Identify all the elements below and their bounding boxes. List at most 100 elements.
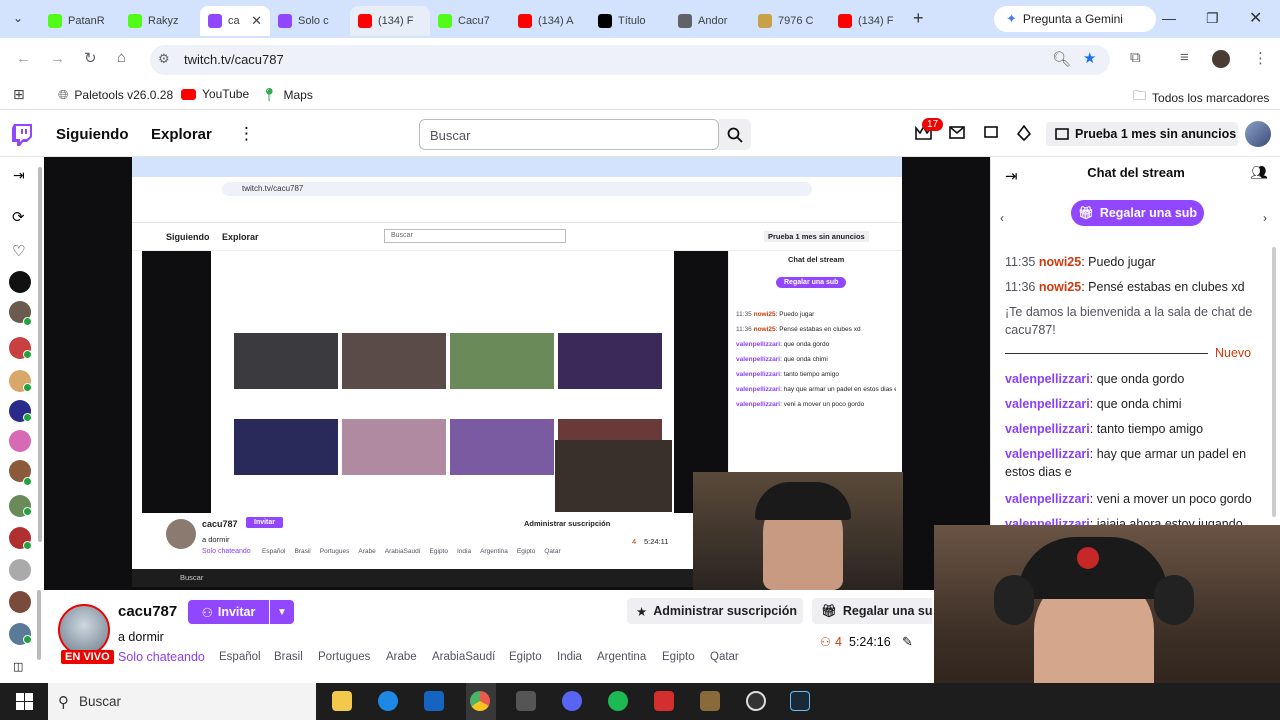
- ad-free-promo-button[interactable]: Prueba 1 mes sin anuncios: [1046, 122, 1238, 146]
- following-heart-icon[interactable]: ♡: [12, 242, 25, 260]
- minimize-icon[interactable]: —: [1162, 10, 1176, 26]
- twitch-logo-icon[interactable]: [12, 124, 32, 146]
- channel-name[interactable]: cacu787: [118, 603, 177, 620]
- chat-scrollbar[interactable]: [1272, 247, 1276, 517]
- close-window-icon[interactable]: ✕: [1249, 8, 1262, 28]
- channel-avatar[interactable]: [9, 559, 31, 581]
- chat-prev-arrow-icon[interactable]: ‹: [1000, 211, 1004, 225]
- media-control-icon[interactable]: ≡: [1180, 49, 1189, 66]
- profile-avatar[interactable]: [1212, 50, 1230, 68]
- msg-user[interactable]: nowi25: [1039, 255, 1081, 269]
- zoom-icon[interactable]: 🔍︎: [1052, 50, 1071, 68]
- bookmark-maps[interactable]: 📍︎ Maps: [261, 87, 313, 103]
- main-scrollbar[interactable]: [37, 590, 41, 660]
- category-link[interactable]: Solo chateando: [118, 650, 205, 664]
- obs-icon[interactable]: [746, 691, 766, 711]
- tag-argentina[interactable]: Argentina: [597, 651, 646, 665]
- extensions-icon[interactable]: ⧉: [1130, 49, 1141, 66]
- whispers-icon[interactable]: [984, 126, 998, 140]
- browser-tab[interactable]: ca ✕: [200, 6, 270, 36]
- tag-arabe[interactable]: Arabe: [386, 651, 417, 665]
- msg-user[interactable]: valenpellizzari: [1005, 517, 1090, 525]
- menu-kebab-icon[interactable]: ⋮: [1253, 49, 1268, 67]
- search-input[interactable]: Buscar: [419, 119, 719, 150]
- all-bookmarks-folder[interactable]: 🗀 Todos los marcadores: [1133, 87, 1269, 109]
- msg-user[interactable]: valenpellizzari: [1005, 397, 1090, 411]
- app-red-icon[interactable]: [654, 691, 674, 711]
- rail-scrollbar[interactable]: [38, 167, 42, 542]
- browser-tab[interactable]: Andor: [670, 6, 750, 36]
- msg-user[interactable]: nowi25: [1039, 280, 1081, 294]
- tag-portugues[interactable]: Portugues: [318, 651, 370, 665]
- tag-india[interactable]: India: [557, 651, 582, 665]
- nav-explore[interactable]: Explorar: [151, 126, 212, 143]
- spotify-icon[interactable]: [608, 691, 628, 711]
- edit-pencil-icon[interactable]: ✎: [902, 634, 913, 650]
- url-text[interactable]: twitch.tv/cacu787: [184, 52, 284, 67]
- more-options-icon[interactable]: ⋮: [238, 124, 255, 144]
- calculator-icon[interactable]: [516, 691, 536, 711]
- browser-tab[interactable]: (134) A: [510, 6, 590, 36]
- msg-user[interactable]: valenpellizzari: [1005, 492, 1090, 506]
- channel-avatar[interactable]: [9, 430, 31, 452]
- tag-egipto-2[interactable]: Egipto: [662, 651, 695, 665]
- edge-icon[interactable]: [378, 691, 398, 711]
- channel-avatar[interactable]: [58, 604, 110, 656]
- msg-user[interactable]: valenpellizzari: [1005, 447, 1090, 461]
- user-avatar[interactable]: [1245, 121, 1271, 147]
- close-tab-icon[interactable]: ✕: [251, 13, 262, 29]
- file-explorer-icon[interactable]: [332, 691, 352, 711]
- gift-sub-channel-button[interactable]: 🎁︎ Regalar una sub: [812, 598, 932, 624]
- tag-qatar[interactable]: Qatar: [710, 651, 739, 665]
- app-bracket-icon[interactable]: [700, 691, 720, 711]
- browser-tab[interactable]: (134) F: [350, 6, 430, 36]
- taskbar-search-box[interactable]: ⚲ Buscar: [48, 683, 316, 720]
- back-icon[interactable]: ←: [16, 50, 31, 67]
- reload-icon[interactable]: ↻: [84, 49, 97, 67]
- discord-icon[interactable]: [562, 691, 582, 711]
- invite-dropdown-button[interactable]: ▼: [270, 600, 294, 624]
- new-tab-icon[interactable]: +: [913, 8, 924, 29]
- tab-search-icon[interactable]: ⌄: [13, 11, 23, 25]
- chat-next-arrow-icon[interactable]: ›: [1263, 211, 1267, 225]
- nav-following[interactable]: Siguiendo: [56, 126, 129, 143]
- bookmark-star-icon[interactable]: ★: [1083, 49, 1096, 67]
- browser-tab[interactable]: Título: [590, 6, 670, 36]
- invite-button[interactable]: ⚇ Invitar: [188, 600, 269, 624]
- channel-avatar[interactable]: [9, 591, 31, 613]
- apps-grid-icon[interactable]: ⊞: [13, 86, 25, 103]
- expand-sidebar-icon[interactable]: ⇥: [13, 167, 25, 184]
- address-bar[interactable]: [150, 45, 1110, 75]
- site-info-icon[interactable]: ⚙: [158, 51, 170, 67]
- channel-avatar[interactable]: [9, 271, 31, 293]
- msg-user[interactable]: valenpellizzari: [1005, 372, 1090, 386]
- bookmark-paletools[interactable]: 🌐︎ Paletools v26.0.28: [58, 87, 173, 103]
- restore-icon[interactable]: ❐: [1206, 10, 1219, 27]
- browser-tab[interactable]: 7976 C: [750, 6, 830, 36]
- forward-icon[interactable]: →: [50, 50, 65, 67]
- gift-sub-button[interactable]: 🎁︎ Regalar una sub: [1071, 200, 1204, 226]
- browser-tab[interactable]: Cacu7: [430, 6, 510, 36]
- browser-tab[interactable]: Solo c: [270, 6, 350, 36]
- browser-tab[interactable]: PatanR: [40, 6, 120, 36]
- tag-brasil[interactable]: Brasil: [274, 651, 303, 665]
- outlook-icon[interactable]: [424, 691, 444, 711]
- windows-start-icon[interactable]: [16, 693, 33, 710]
- browser-tab[interactable]: (134) F: [830, 6, 910, 36]
- tag-arabiasaudi[interactable]: ArabiaSaudí: [432, 651, 495, 665]
- for-you-icon[interactable]: ⟳: [12, 208, 25, 226]
- tag-espanol[interactable]: Español: [219, 651, 261, 665]
- browser-tab[interactable]: Rakyz: [120, 6, 200, 36]
- manage-subscription-button[interactable]: ★ Administrar suscripción: [627, 598, 803, 624]
- inbox-icon[interactable]: [949, 126, 965, 139]
- steam-icon[interactable]: [790, 691, 810, 711]
- home-icon[interactable]: ⌂: [117, 49, 126, 66]
- msg-user[interactable]: valenpellizzari: [1005, 422, 1090, 436]
- community-icon[interactable]: 👥︎: [1250, 164, 1268, 181]
- search-button[interactable]: [719, 119, 751, 150]
- tag-egipto[interactable]: Egipto: [509, 651, 542, 665]
- gemini-button[interactable]: ✦ Pregunta a Gemini: [994, 6, 1156, 32]
- bits-icon[interactable]: [1017, 125, 1031, 141]
- scroll-down-icon[interactable]: ◫: [13, 660, 23, 673]
- bookmark-youtube[interactable]: YouTube: [181, 87, 249, 101]
